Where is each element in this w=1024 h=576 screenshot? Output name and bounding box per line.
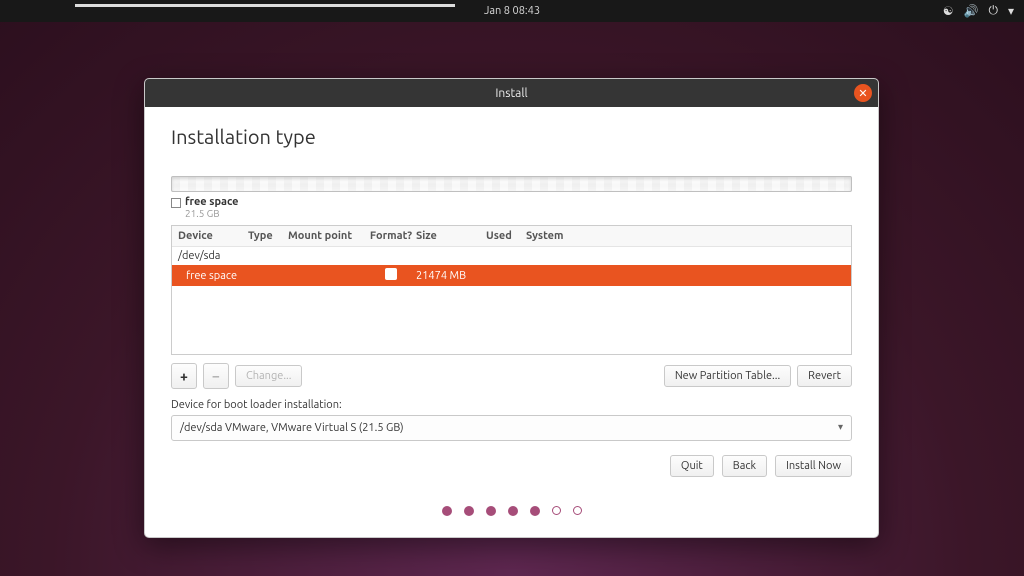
install-window: Install ✕ Installation type free space 2… [144,78,879,538]
legend-label: free space [185,196,239,208]
partition-legend: free space 21.5 GB [171,196,852,219]
add-partition-button[interactable]: + [171,363,197,389]
bootloader-selected: /dev/sda VMware, VMware Virtual S (21.5 … [180,422,404,434]
menu-chevron-icon[interactable]: ▾ [1008,4,1014,18]
topbar-clock[interactable]: Jan 8 08:43 [484,5,540,17]
quit-button[interactable]: Quit [670,455,714,477]
th-size[interactable]: Size [416,230,486,242]
volume-icon[interactable]: 🔊 [964,4,979,18]
legend-swatch [171,198,181,208]
th-system[interactable]: System [526,230,845,242]
th-format[interactable]: Format? [366,230,416,242]
cell-device: free space [178,270,248,282]
partition-table: Device Type Mount point Format? Size Use… [171,225,852,355]
bootloader-device-dropdown[interactable]: /dev/sda VMware, VMware Virtual S (21.5 … [171,415,852,441]
close-button[interactable]: ✕ [854,84,872,102]
format-checkbox [385,268,397,280]
change-partition-button[interactable]: Change... [235,365,302,387]
th-device[interactable]: Device [178,230,248,242]
topbar-strip [75,4,455,7]
gnome-topbar: Jan 8 08:43 ☯ 🔊 ⏻ ▾ [0,0,1024,22]
table-row-device[interactable]: /dev/sda [172,247,851,265]
step-dot [530,506,540,516]
step-indicator [0,506,1024,516]
step-dot [573,506,582,515]
revert-button[interactable]: Revert [797,365,852,387]
page-title: Installation type [171,125,852,148]
window-title: Install [495,87,527,100]
bootloader-label: Device for boot loader installation: [171,399,852,411]
window-titlebar: Install ✕ [145,79,878,107]
cell-device: /dev/sda [178,250,248,262]
table-row-freespace[interactable]: free space 21474 MB [172,265,851,286]
th-mount[interactable]: Mount point [288,230,366,242]
back-button[interactable]: Back [722,455,767,477]
power-icon[interactable]: ⏻ [988,4,998,18]
th-used[interactable]: Used [486,230,526,242]
wizard-footer: Quit Back Install Now [171,455,852,477]
step-dot [442,506,452,516]
step-dot [552,506,561,515]
install-now-button[interactable]: Install Now [775,455,852,477]
partition-usage-bar[interactable] [171,176,852,192]
close-icon: ✕ [858,87,867,100]
a11y-icon[interactable]: ☯ [943,4,954,18]
partition-toolbar: + − Change... New Partition Table... Rev… [171,363,852,389]
step-dot [508,506,518,516]
cell-format [366,268,416,283]
partition-table-header: Device Type Mount point Format? Size Use… [172,226,851,247]
step-dot [464,506,474,516]
th-type[interactable]: Type [248,230,288,242]
legend-size: 21.5 GB [185,208,239,219]
new-partition-table-button[interactable]: New Partition Table... [664,365,791,387]
remove-partition-button[interactable]: − [203,363,229,389]
step-dot [486,506,496,516]
topbar-tray: ☯ 🔊 ⏻ ▾ [943,4,1014,18]
cell-size: 21474 MB [416,270,486,282]
